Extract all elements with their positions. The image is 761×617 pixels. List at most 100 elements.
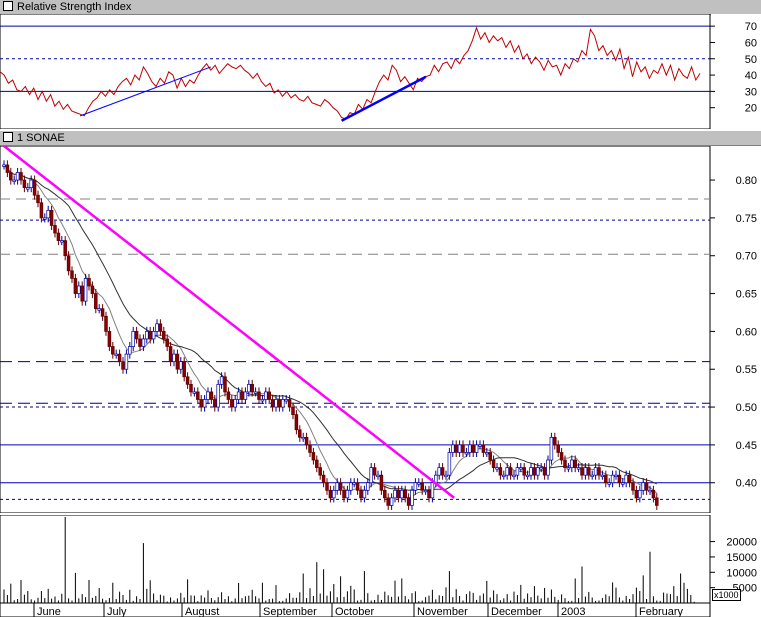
panel-menu-icon[interactable] — [3, 132, 13, 142]
candle — [607, 482, 611, 485]
candle — [36, 194, 40, 204]
candle — [318, 467, 322, 476]
candle — [451, 444, 455, 453]
rsi-plot: 20 30 40 50 60 70 — [0, 14, 761, 129]
candle — [638, 489, 642, 499]
candle — [19, 172, 23, 181]
candle — [128, 346, 132, 355]
candle — [264, 391, 268, 400]
candle — [15, 172, 20, 181]
candle — [376, 474, 380, 478]
candle — [508, 467, 513, 476]
candle — [474, 444, 479, 453]
candle — [243, 391, 248, 400]
candle — [83, 278, 88, 302]
candle — [199, 399, 203, 408]
candle — [444, 474, 448, 478]
candle — [413, 482, 418, 491]
candle — [63, 240, 67, 257]
candle — [648, 489, 652, 493]
candle — [570, 459, 574, 468]
rsi-panel-title: Relative Strength Index — [17, 1, 132, 13]
candle — [457, 444, 462, 453]
candle — [338, 482, 343, 491]
candle — [294, 414, 299, 431]
candle — [406, 497, 411, 506]
price-axis-tick-label: 0.55 — [736, 364, 757, 376]
candle — [468, 444, 472, 453]
candle — [114, 353, 118, 356]
candle — [651, 489, 656, 499]
candle — [593, 467, 598, 476]
candle — [158, 323, 163, 332]
candle — [46, 209, 50, 219]
price-axis-tick-label: 0.60 — [736, 326, 757, 338]
candle — [437, 467, 441, 476]
candle — [77, 285, 81, 294]
candle — [148, 331, 152, 340]
candle — [488, 452, 492, 461]
candle — [525, 474, 530, 478]
candle — [634, 489, 639, 499]
month-label: November — [417, 606, 468, 617]
candle — [600, 474, 605, 478]
panel-menu-icon[interactable] — [3, 1, 13, 11]
candle — [641, 482, 645, 491]
candle — [454, 444, 458, 453]
price-plot: 0.40 0.45 0.50 0.55 0.60 0.65 0.70 0.75 0.80 — [0, 146, 761, 513]
candle — [522, 467, 526, 476]
candle — [427, 489, 431, 499]
candle — [311, 452, 316, 461]
candle — [155, 323, 159, 332]
candle — [12, 179, 16, 182]
candle — [396, 489, 401, 499]
candle — [587, 467, 591, 476]
candle — [502, 474, 506, 478]
candle — [138, 338, 142, 347]
candle — [73, 278, 78, 294]
candle — [491, 459, 496, 468]
candle — [546, 459, 550, 476]
candle — [644, 482, 649, 491]
chart-window: Relative Strength Index 20 30 40 50 60 70 1 S… — [0, 0, 761, 617]
rsi-axis-tick-label: 70 — [745, 21, 757, 33]
volume-axis-tick-label: 20000 — [726, 537, 757, 549]
candle — [117, 353, 122, 363]
price-panel-titlebar[interactable]: 1 SONAE — [0, 131, 761, 146]
rsi-axis-tick-label: 50 — [745, 54, 757, 66]
candle — [332, 489, 336, 499]
month-label: July — [107, 606, 127, 617]
candle — [134, 331, 139, 340]
candle — [196, 391, 200, 400]
candle — [532, 467, 537, 476]
candle — [573, 459, 577, 468]
candle — [182, 361, 186, 378]
candle — [70, 270, 74, 279]
month-label: August — [185, 606, 219, 617]
rsi-panel-titlebar[interactable]: Relative Strength Index — [0, 0, 761, 15]
candle — [209, 391, 214, 400]
month-label: June — [37, 606, 61, 617]
candle — [539, 467, 543, 470]
candle — [389, 497, 394, 506]
price-axis-tick-label: 0.80 — [736, 175, 757, 187]
candle — [556, 444, 560, 453]
candle — [233, 399, 237, 408]
candle — [185, 376, 190, 385]
candle — [478, 444, 482, 447]
volume-multiplier-label: x1000 — [712, 589, 741, 601]
candle — [325, 482, 329, 491]
candle — [536, 467, 540, 476]
candle — [80, 285, 84, 302]
candle — [655, 497, 659, 506]
candle — [223, 376, 227, 393]
month-label: December — [491, 606, 542, 617]
candle — [121, 361, 125, 370]
candle — [179, 361, 183, 370]
candle — [583, 467, 588, 476]
candle — [97, 308, 101, 311]
candle — [298, 429, 302, 438]
candle — [202, 399, 207, 408]
candle — [257, 391, 261, 400]
candle — [124, 353, 129, 370]
